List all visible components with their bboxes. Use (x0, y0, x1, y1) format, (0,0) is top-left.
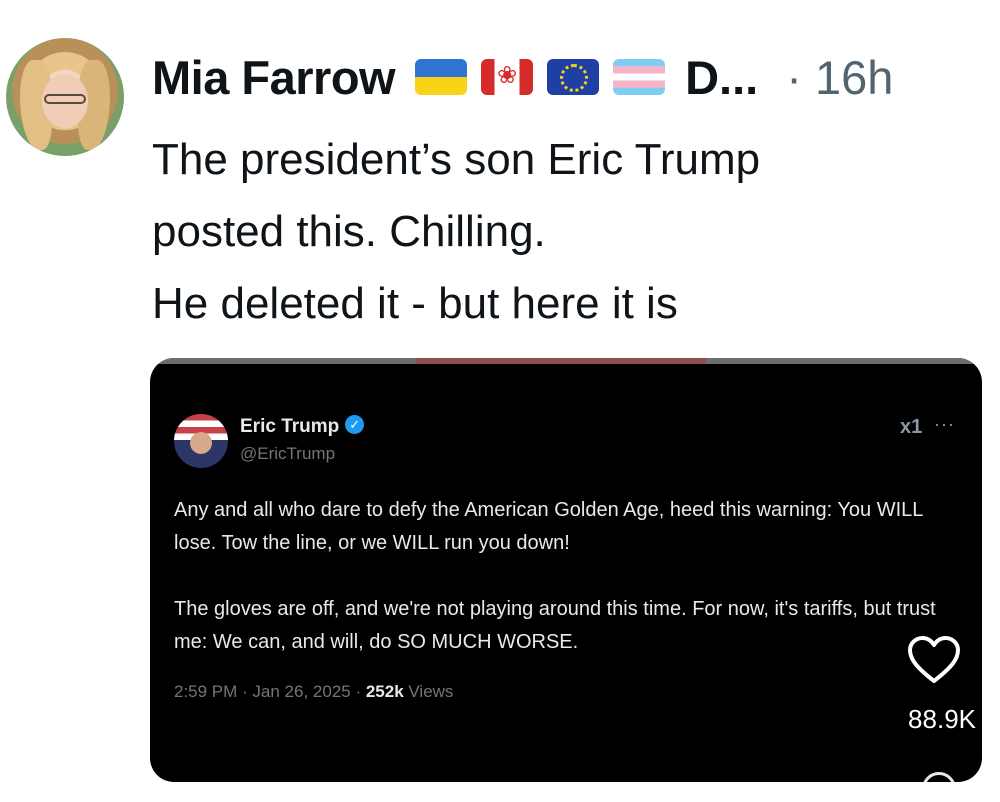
flag-ukraine-icon (415, 59, 468, 95)
embed-author-name: Eric Trump ✓ (240, 415, 365, 438)
more-options-icon: ··· (934, 414, 955, 434)
post-timestamp[interactable]: · 16h (786, 50, 893, 105)
like-count: 88.9K (908, 704, 976, 734)
flag-canada-icon (481, 59, 534, 95)
embed-paragraph: The gloves are off, and we're not playin… (174, 598, 936, 653)
post-text-line: The president’s son Eric Trump (152, 135, 761, 184)
author-name-truncated[interactable]: D... (685, 50, 758, 105)
embed-views-label: Views (403, 682, 454, 701)
embed-author-handle: @EricTrump (240, 444, 336, 463)
grok-icon: x1 (900, 416, 923, 438)
post-text-line: posted this. Chilling. (152, 207, 546, 256)
author-flags (415, 59, 679, 95)
embed-author-avatar (174, 414, 228, 468)
embed-tweet-text: Any and all who dare to defy the America… (174, 494, 944, 692)
post-header: Mia Farrow D... · 16h (152, 40, 893, 114)
embed-paragraph: Any and all who dare to defy the America… (174, 499, 923, 554)
like-heart-icon[interactable] (906, 634, 962, 686)
author-avatar[interactable] (6, 38, 124, 156)
author-name[interactable]: Mia Farrow (152, 50, 396, 105)
flag-transgender-icon (613, 59, 666, 95)
embed-timestamp: 2:59 PM · Jan 26, 2025 · (174, 682, 366, 701)
embed-views-count: 252k (365, 682, 404, 701)
embed-top-edge (416, 358, 706, 364)
verified-badge-icon: ✓ (345, 415, 365, 435)
post-text: The president’s son Eric Trump posted th… (152, 124, 982, 340)
flag-eu-icon (547, 59, 600, 95)
share-icon[interactable] (922, 772, 956, 782)
post-text-line: He deleted it - but here it is (152, 279, 678, 328)
embed-meta: 2:59 PM · Jan 26, 2025 · 252k Views (174, 682, 453, 702)
avatar-glasses (44, 94, 86, 104)
embedded-screenshot[interactable]: Eric Trump ✓ @EricTrump x1 ··· Any and al… (150, 358, 982, 782)
embed-author-name-text: Eric Trump (240, 416, 340, 437)
